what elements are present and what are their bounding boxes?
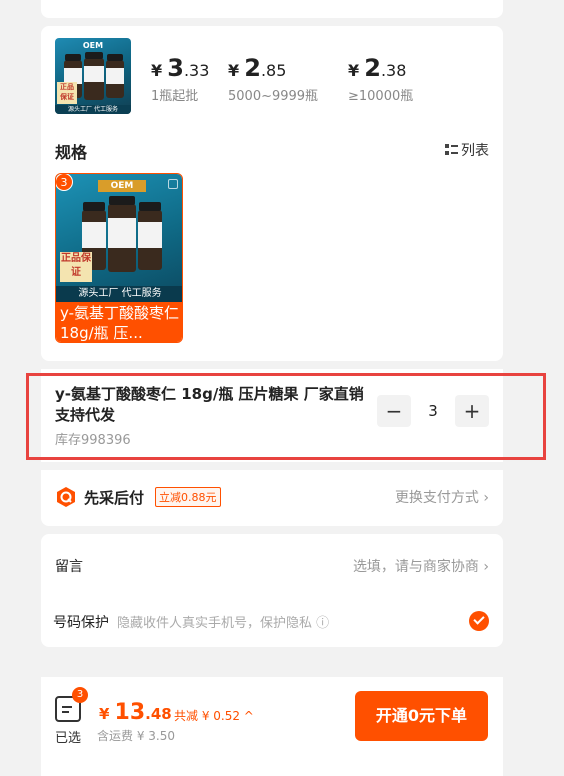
thumb-quality-tag: 正品保证 <box>57 82 77 104</box>
list-view-label: 列表 <box>461 143 489 159</box>
change-payment-link[interactable]: 更换支付方式 › <box>395 487 489 507</box>
price-tier-condition: ≥10000瓶 <box>348 89 414 104</box>
shipping-text: 含运费 ¥ 3.50 <box>97 729 175 743</box>
spec-footer-text: 源头工厂 代工服务 <box>56 286 182 302</box>
price-card: OEM 正品保证 源头工厂 代工服务 ¥ 3.33 1瓶起批 ¥ 2.85 50… <box>41 26 503 361</box>
place-order-button[interactable]: 开通0元下单 <box>355 691 488 741</box>
pay-later-icon <box>57 487 75 507</box>
spec-option-image: OEM 正品保证 源头工厂 代工服务 <box>56 174 182 302</box>
bottle-image <box>138 202 162 270</box>
number-protection-desc: 隐藏收件人真实手机号，保护隐私 ⓘ <box>117 616 330 631</box>
bottle-image <box>106 54 124 98</box>
expand-image-icon[interactable] <box>168 179 178 189</box>
price-tier-1: ¥ 3.33 1瓶起批 <box>151 54 210 104</box>
number-protection-label: 号码保护 <box>53 615 109 631</box>
thumb-oem-text: OEM <box>82 41 104 50</box>
list-view-button[interactable]: 列表 <box>445 140 489 160</box>
selected-label: 已选 <box>55 731 82 746</box>
spec-option-label: y-氨基丁酸酸枣仁 18g/瓶 压... <box>56 302 182 342</box>
pay-later-title: 先采后付 <box>84 489 145 507</box>
pay-discount-badge: 立减0.88元 <box>155 487 221 507</box>
highlight-box <box>26 373 546 460</box>
thumb-footer-text: 源头工厂 代工服务 <box>55 105 131 114</box>
message-label: 留言 <box>55 559 83 575</box>
payment-row[interactable]: 先采后付 立减0.88元 更换支付方式 › <box>41 470 503 526</box>
number-protection-checkbox[interactable] <box>469 611 489 631</box>
spec-count-badge: 3 <box>56 174 73 191</box>
discount-toggle[interactable]: 共减 ¥ 0.52 ^ <box>174 707 254 724</box>
bottle-image <box>108 196 136 272</box>
list-view-icon <box>445 144 458 156</box>
spec-oem-banner: OEM <box>98 180 146 192</box>
spec-section-title: 规格 <box>55 143 88 162</box>
total-price: ¥ 13.48 <box>99 700 172 725</box>
bottle-image <box>84 52 104 100</box>
price-tier-3: ¥ 2.38 ≥10000瓶 <box>348 54 414 104</box>
selected-count-badge: 3 <box>72 687 88 703</box>
message-card: 留言 选填，请与商家协商 › 号码保护 隐藏收件人真实手机号，保护隐私 ⓘ <box>41 534 503 647</box>
top-card-edge <box>41 0 503 18</box>
checkout-bar: 3 已选 ¥ 13.48 共减 ¥ 0.52 ^ 含运费 ¥ 3.50 开通0元… <box>41 677 503 776</box>
price-tier-condition: 5000~9999瓶 <box>228 89 319 104</box>
spec-option-card[interactable]: 3 OEM 正品保证 源头工厂 代工服务 y-氨基丁酸酸枣仁 18g/瓶 压..… <box>55 173 183 343</box>
message-input[interactable]: 选填，请与商家协商 › <box>353 556 489 576</box>
spec-quality-tag: 正品保证 <box>60 252 92 282</box>
price-tier-2: ¥ 2.85 5000~9999瓶 <box>228 54 319 104</box>
price-tier-condition: 1瓶起批 <box>151 89 199 104</box>
product-thumbnail[interactable]: OEM 正品保证 源头工厂 代工服务 <box>55 38 131 114</box>
